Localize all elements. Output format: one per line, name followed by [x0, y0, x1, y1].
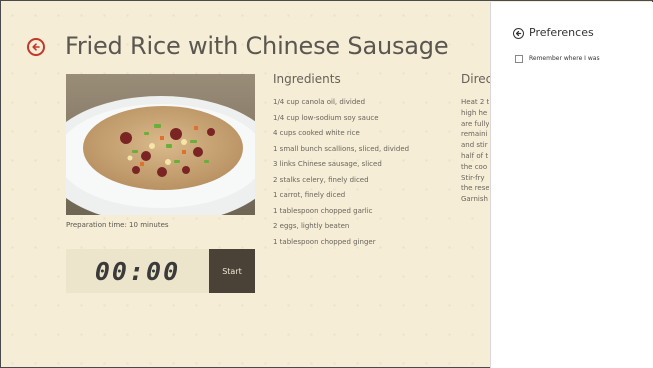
- back-button[interactable]: [27, 38, 45, 56]
- recipe-photo: [66, 74, 255, 215]
- start-button[interactable]: Start: [209, 249, 255, 293]
- preferences-back-button[interactable]: [513, 28, 524, 39]
- directions-line: Heat 2 t: [461, 98, 489, 106]
- list-item: 2 eggs, lightly beaten: [273, 222, 350, 230]
- directions-line: half of t: [461, 151, 489, 160]
- preferences-title: Preferences: [529, 26, 594, 39]
- directions-line: remaini: [461, 130, 488, 139]
- back-arrow-icon: [32, 43, 40, 51]
- list-item: 1/4 cup canola oil, divided: [273, 98, 366, 106]
- list-item: 1 carrot, finely diced: [273, 191, 346, 199]
- directions-line: Stir-fry: [461, 173, 485, 182]
- directions-line: are fully: [461, 119, 489, 128]
- back-arrow-icon: [515, 30, 522, 37]
- timer-digits: 00:00: [94, 256, 181, 286]
- directions-heading: Direc: [461, 72, 493, 86]
- directions-line: high he: [461, 108, 488, 117]
- page-title: Fried Rice with Chinese Sausage: [65, 32, 449, 60]
- directions-line: the coo: [461, 162, 488, 171]
- list-item: 1/4 cup low-sodium soy sauce: [273, 113, 379, 122]
- list-item: 1 tablespoon chopped ginger: [273, 237, 376, 246]
- directions-line: the rese: [461, 184, 489, 193]
- list-item: 1 tablespoon chopped garlic: [273, 206, 373, 215]
- directions-line: and stir: [461, 141, 488, 150]
- list-item: 3 links Chinese sausage, sliced: [273, 160, 382, 168]
- timer-display: 00:00: [66, 249, 209, 293]
- remember-checkbox[interactable]: [515, 55, 523, 63]
- ingredients-heading: Ingredients: [273, 72, 341, 86]
- ingredients-list: 1/4 cup canola oil, divided 1/4 cup low-…: [273, 97, 409, 252]
- recipe-app: Fried Rice with Chinese Sausage Preparat…: [0, 0, 653, 368]
- directions-text: Heat 2 t high he are fully remaini and s…: [461, 97, 489, 205]
- remember-label[interactable]: Remember where I was: [529, 55, 600, 62]
- prep-time: Preparation time: 10 minutes: [66, 221, 169, 229]
- list-item: 1 small bunch scallions, sliced, divided: [273, 144, 410, 153]
- directions-line: Garnish: [461, 195, 488, 204]
- preferences-pane: Preferences Remember where I was: [490, 2, 653, 368]
- list-item: 4 cups cooked white rice: [273, 129, 360, 137]
- list-item: 2 stalks celery, finely diced: [273, 175, 369, 184]
